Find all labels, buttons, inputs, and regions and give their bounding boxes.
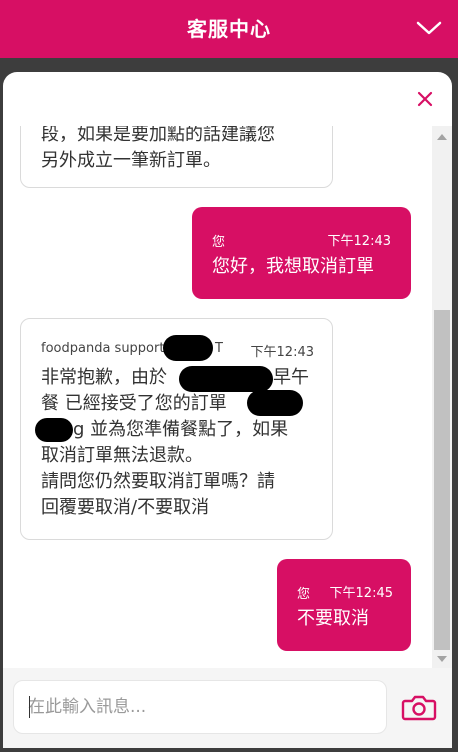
redaction-mark bbox=[35, 418, 73, 442]
message-text: 您好，我想取消訂單 bbox=[212, 256, 374, 277]
chevron-down-icon[interactable] bbox=[416, 17, 442, 39]
redaction-mark bbox=[179, 366, 273, 392]
text-caret bbox=[29, 696, 30, 718]
message-line: 非常抱歉，由於 bbox=[41, 367, 167, 388]
message-sender: 您 bbox=[212, 235, 226, 250]
chat-panel: 段，如果是要加點的話建議您 另外成立一筆新訂單。 您 下午12:43 您好，我想… bbox=[3, 72, 452, 748]
message-time: 下午12:43 bbox=[327, 234, 391, 249]
message-sender: foodpanda support bbox=[41, 341, 165, 356]
user-message: 您 下午12:43 您好，我想取消訂單 bbox=[192, 207, 411, 299]
message-text: 不要取消 bbox=[297, 608, 369, 629]
agent-message: 段，如果是要加點的話建議您 另外成立一筆新訂單。 bbox=[20, 126, 333, 188]
message-line: 段，如果是要加點的話建議您 bbox=[41, 126, 275, 145]
camera-icon[interactable] bbox=[401, 692, 437, 722]
message-line: 請問您仍然要取消訂單嗎？請 bbox=[41, 471, 275, 492]
message-list[interactable]: 段，如果是要加點的話建議您 另外成立一筆新訂單。 您 下午12:43 您好，我想… bbox=[3, 126, 432, 668]
message-input[interactable] bbox=[28, 681, 368, 733]
page-title: 客服中心 bbox=[187, 17, 271, 41]
message-time: 下午12:45 bbox=[329, 586, 393, 601]
message-line: g 並為您準備餐點了，如果 bbox=[73, 419, 289, 440]
header-bar: 客服中心 bbox=[0, 0, 458, 58]
message-time: 下午12:43 bbox=[250, 345, 314, 360]
scrollbar-thumb[interactable] bbox=[434, 310, 450, 650]
message-input-wrapper[interactable] bbox=[13, 680, 387, 734]
message-composer bbox=[3, 668, 452, 748]
scroll-down-arrow[interactable] bbox=[437, 656, 447, 662]
message-line: 早午 bbox=[273, 367, 309, 388]
message-line: 回覆要取消/不要取消 bbox=[41, 497, 210, 518]
user-message: 您 下午12:45 不要取消 bbox=[277, 559, 411, 651]
message-sender-suffix: T bbox=[215, 341, 223, 356]
message-sender: 您 bbox=[297, 587, 311, 602]
message-line: 餐 已經接受了您的訂單 bbox=[41, 393, 227, 414]
chat-scrollbar[interactable] bbox=[432, 126, 452, 668]
message-line: 另外成立一筆新訂單。 bbox=[41, 150, 221, 171]
message-line: 取消訂單無法退款。 bbox=[41, 445, 203, 466]
agent-message: foodpanda support T 下午12:43 非常抱歉，由於 早午 餐… bbox=[20, 318, 333, 540]
redaction-mark bbox=[163, 335, 213, 361]
scroll-up-arrow[interactable] bbox=[437, 134, 447, 140]
redaction-mark bbox=[247, 390, 303, 416]
close-icon[interactable] bbox=[416, 90, 434, 108]
